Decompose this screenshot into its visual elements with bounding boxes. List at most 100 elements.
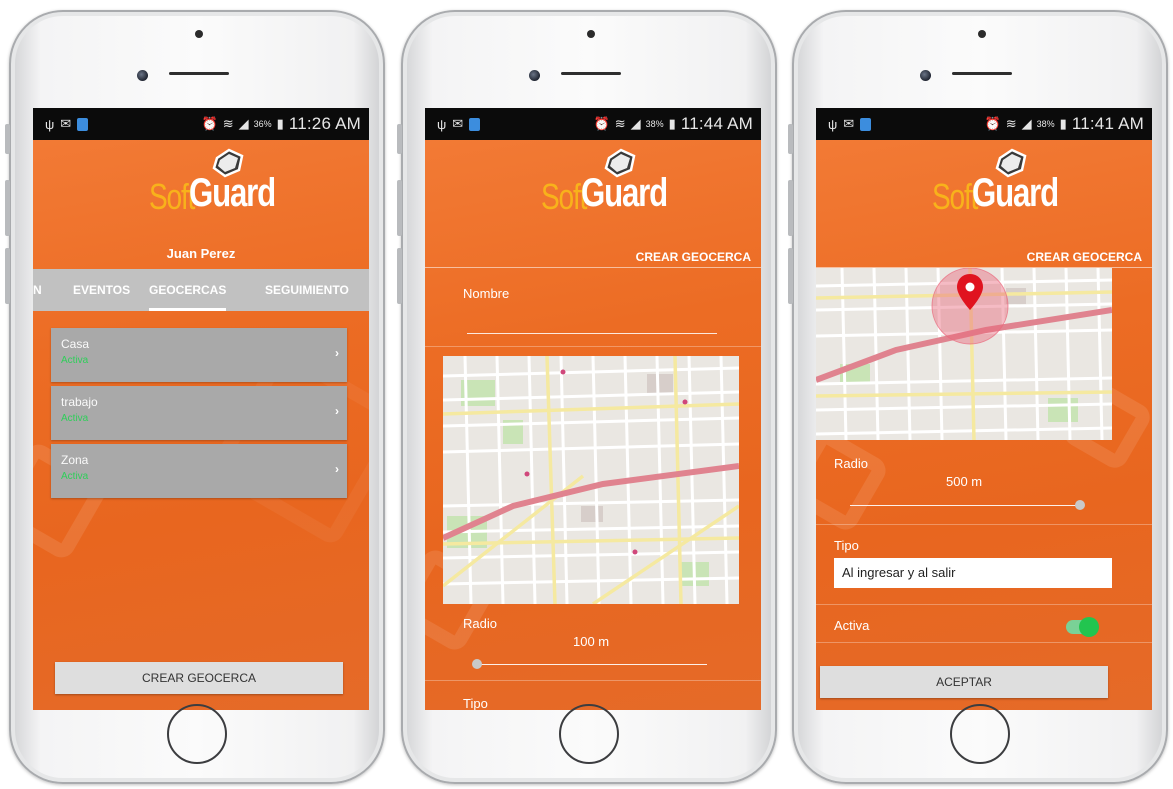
radius-label: Radio xyxy=(463,616,497,631)
softguard-logo: Soft Guard xyxy=(425,140,761,240)
toggle-knob xyxy=(1079,617,1099,637)
map-view[interactable] xyxy=(816,268,1112,440)
front-camera xyxy=(587,30,595,38)
alarm-icon: ⏰ xyxy=(593,116,610,131)
usb-icon: ψ xyxy=(828,116,838,132)
battery-icon: ▮ xyxy=(1059,116,1067,131)
volume-up-button xyxy=(5,180,10,236)
front-camera xyxy=(195,30,203,38)
status-bar: ψ ✉ ⏰ ≋ ◢ 38% ▮ 11:41 AM xyxy=(816,108,1152,140)
chevron-right-icon: › xyxy=(335,346,339,360)
list-item-geofence[interactable]: trabajo Activa › xyxy=(51,386,347,440)
name-input[interactable] xyxy=(467,312,717,330)
active-label: Activa xyxy=(834,618,870,633)
geofence-status: Activa xyxy=(61,355,89,366)
mute-switch xyxy=(5,124,10,154)
proximity-sensor xyxy=(529,70,540,81)
active-toggle[interactable] xyxy=(1066,617,1099,637)
logo-gem-icon xyxy=(604,148,636,178)
radius-slider-track[interactable] xyxy=(850,505,1080,506)
wifi-icon: ≋ xyxy=(1005,116,1017,131)
battery-icon: ▮ xyxy=(668,116,676,131)
mail-icon: ✉ xyxy=(60,116,72,131)
geofence-name: Zona xyxy=(61,453,89,467)
radius-value: 100 m xyxy=(573,634,610,649)
radius-value: 500 m xyxy=(946,474,983,489)
volume-up-button xyxy=(788,180,793,236)
city-map-graphic xyxy=(816,268,1112,440)
clock: 11:26 AM xyxy=(288,114,361,133)
logo-soft-text: Soft xyxy=(932,176,978,217)
home-button[interactable] xyxy=(950,704,1010,764)
logo-gem-icon xyxy=(212,148,244,178)
earpiece-speaker xyxy=(561,72,621,75)
volume-down-button xyxy=(788,248,793,304)
type-label: Tipo xyxy=(834,538,859,553)
signal-icon: ◢ xyxy=(1021,116,1032,131)
wifi-icon: ≋ xyxy=(614,116,626,131)
proximity-sensor xyxy=(920,70,931,81)
tab-geocercas[interactable]: GEOCERCAS xyxy=(149,269,227,311)
phone-frame-geofence-list: ψ ✉ ⏰ ≋ ◢ 36% ▮ 11:26 AM Soft Guard Juan… xyxy=(5,10,385,784)
signal-icon: ◢ xyxy=(238,116,249,131)
app-view-geofence-detail: Soft Guard CREAR GEOCERCA Radio 500 m Ti… xyxy=(816,140,1152,710)
geofence-status: Activa xyxy=(61,471,89,482)
city-map-graphic xyxy=(443,356,739,604)
chevron-right-icon: › xyxy=(335,462,339,476)
phone-frame-geofence-detail: ψ ✉ ⏰ ≋ ◢ 38% ▮ 11:41 AM Soft Guard CREA… xyxy=(788,10,1168,784)
tab-eventos[interactable]: EVENTOS xyxy=(73,269,130,311)
clock: 11:41 AM xyxy=(1071,114,1144,133)
phone-screen: ψ ✉ ⏰ ≋ ◢ 36% ▮ 11:26 AM Soft Guard Juan… xyxy=(33,108,369,710)
name-input-underline xyxy=(467,333,717,334)
status-bar: ψ ✉ ⏰ ≋ ◢ 36% ▮ 11:26 AM xyxy=(33,108,369,140)
home-button[interactable] xyxy=(167,704,227,764)
section-title: CREAR GEOCERCA xyxy=(635,250,751,264)
phone-screen: ψ ✉ ⏰ ≋ ◢ 38% ▮ 11:44 AM Soft Guard CREA… xyxy=(425,108,761,710)
app-notification-icon xyxy=(469,117,481,131)
divider xyxy=(425,346,761,347)
type-select[interactable]: Al ingresar y al salir xyxy=(834,558,1112,588)
divider xyxy=(425,680,761,681)
name-label: Nombre xyxy=(463,286,510,301)
divider xyxy=(816,524,1152,525)
user-name: Juan Perez xyxy=(166,246,236,261)
volume-down-button xyxy=(397,248,402,304)
geofence-status: Activa xyxy=(61,413,89,424)
screenshot-stage: ψ ✉ ⏰ ≋ ◢ 36% ▮ 11:26 AM Soft Guard Juan… xyxy=(0,0,1173,789)
geofence-list: Casa Activa › trabajo Activa › Zona Acti… xyxy=(51,328,347,502)
list-item-geofence[interactable]: Casa Activa › xyxy=(51,328,347,382)
phone-frame-create-geofence: ψ ✉ ⏰ ≋ ◢ 38% ▮ 11:44 AM Soft Guard CREA… xyxy=(397,10,777,784)
logo-gem-icon xyxy=(995,148,1027,178)
mute-switch xyxy=(788,124,793,154)
radius-slider-thumb[interactable] xyxy=(1075,500,1085,510)
radius-slider-track[interactable] xyxy=(477,664,707,665)
tab-seguimiento[interactable]: SEGUIMIENTO xyxy=(265,269,349,311)
battery-percent: 38% xyxy=(1036,119,1055,129)
create-geofence-button[interactable]: CREAR GEOCERCA xyxy=(55,662,343,694)
accept-button[interactable]: ACEPTAR xyxy=(820,666,1108,698)
radius-slider-thumb[interactable] xyxy=(472,659,482,669)
tab-partial[interactable]: N xyxy=(33,269,42,311)
battery-percent: 36% xyxy=(253,119,272,129)
section-title: CREAR GEOCERCA xyxy=(1026,250,1142,264)
usb-icon: ψ xyxy=(45,116,55,132)
softguard-logo: Soft Guard xyxy=(33,140,369,240)
home-button[interactable] xyxy=(559,704,619,764)
proximity-sensor xyxy=(137,70,148,81)
divider xyxy=(425,267,761,268)
phone-screen: ψ ✉ ⏰ ≋ ◢ 38% ▮ 11:41 AM Soft Guard CREA… xyxy=(816,108,1152,710)
alarm-icon: ⏰ xyxy=(201,116,218,131)
app-notification-icon xyxy=(860,117,872,131)
mail-icon: ✉ xyxy=(843,116,855,131)
list-item-geofence[interactable]: Zona Activa › xyxy=(51,444,347,498)
alarm-icon: ⏰ xyxy=(984,116,1001,131)
volume-up-button xyxy=(397,180,402,236)
type-label: Tipo xyxy=(463,696,488,710)
usb-icon: ψ xyxy=(437,116,447,132)
background-hexagon xyxy=(816,425,891,535)
clock: 11:44 AM xyxy=(680,114,753,133)
mute-switch xyxy=(397,124,402,154)
map-view[interactable] xyxy=(443,356,739,604)
front-camera xyxy=(978,30,986,38)
logo-soft-text: Soft xyxy=(149,176,195,217)
